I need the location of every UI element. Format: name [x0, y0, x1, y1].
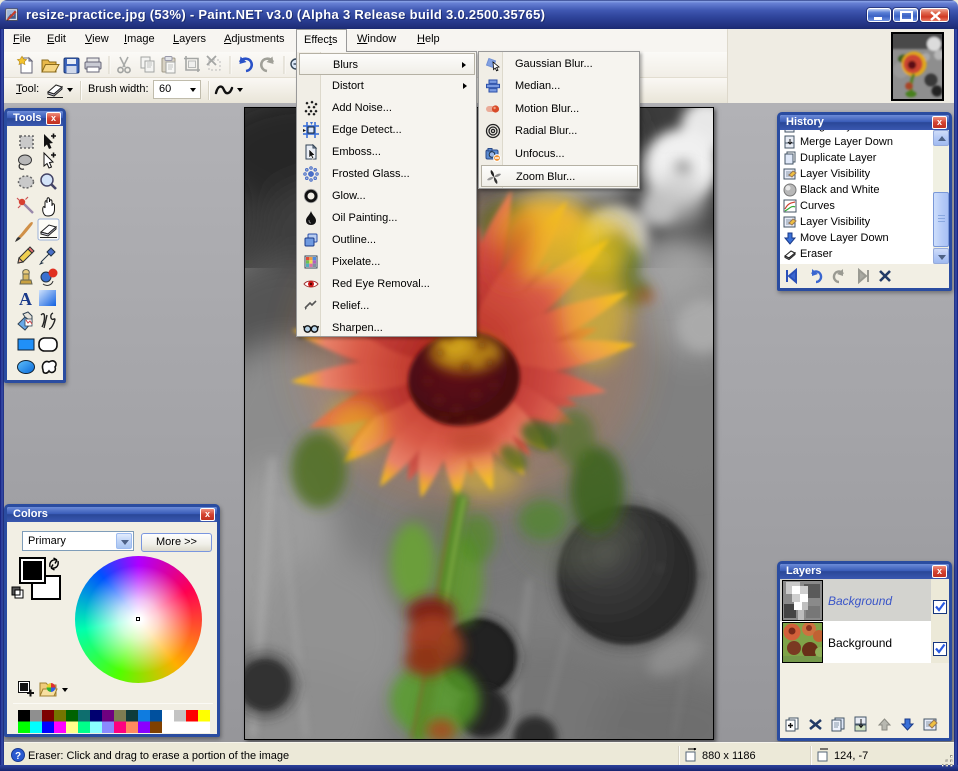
svg-text:?: ?	[15, 751, 21, 762]
svg-text:A: A	[19, 289, 32, 309]
